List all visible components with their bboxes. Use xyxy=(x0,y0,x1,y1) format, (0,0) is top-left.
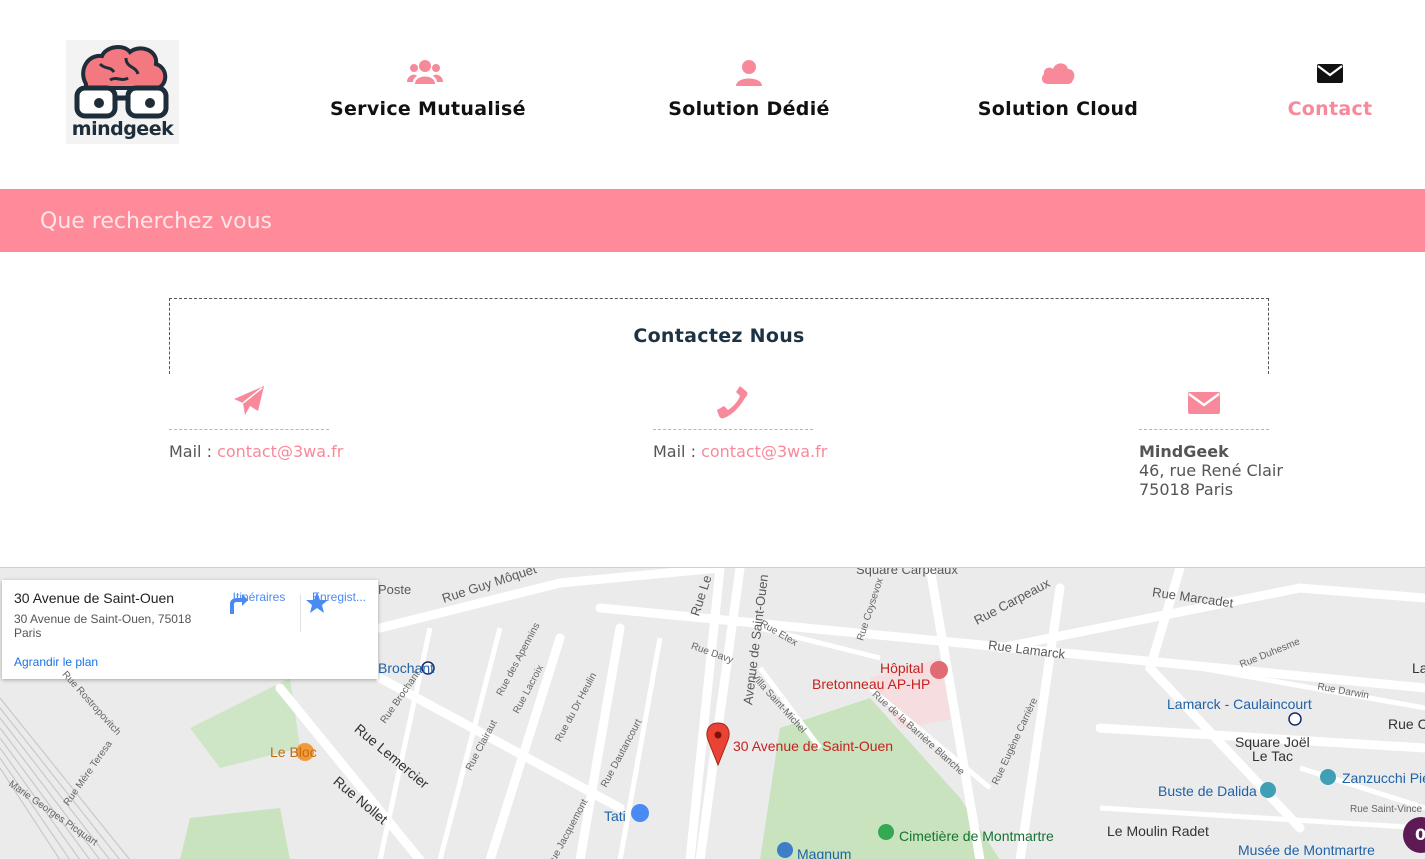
directions-button[interactable]: Itinéraires xyxy=(224,590,294,614)
nav-label: Solution Dédié xyxy=(668,98,830,120)
cloud-icon xyxy=(1041,63,1075,84)
phone-icon xyxy=(717,386,748,419)
user-icon xyxy=(736,60,762,86)
map-marker-label: 30 Avenue de Saint-Ouen xyxy=(733,738,894,754)
contact-column-address: MindGeek 46, rue René Clair 75018 Paris xyxy=(1139,384,1283,499)
contact-icon-wrap xyxy=(653,384,813,430)
contact-mail-text: Mail : contact@3wa.fr xyxy=(169,442,343,461)
contact-icon-wrap xyxy=(169,384,329,430)
embedded-map[interactable]: 30 Avenue de Saint-Ouen 30 Avenue de Sai… xyxy=(0,567,1425,859)
envelope-icon xyxy=(1188,392,1220,414)
mail-prefix: Mail : xyxy=(169,442,218,461)
address-city: 75018 Paris xyxy=(1139,480,1234,499)
mail-link[interactable]: contact@3wa.fr xyxy=(217,442,343,461)
map-label: Rue Ca xyxy=(1388,716,1425,732)
map-label: Cimetière de Montmartre xyxy=(899,828,1054,844)
enlarge-map-link[interactable]: Agrandir le plan xyxy=(14,655,98,669)
map-label: Bretonneau AP-HP xyxy=(812,676,931,692)
map-label: Poste xyxy=(378,582,412,597)
contact-icon-wrap xyxy=(1139,384,1269,430)
logo-text: mindgeek xyxy=(71,118,174,140)
search-bar xyxy=(0,189,1425,252)
card-divider xyxy=(300,594,301,632)
map-label: Square Carpeaux xyxy=(856,567,958,577)
map-card-address: 30 Avenue de Saint-Ouen, 75018 Paris xyxy=(14,612,192,640)
map-label: La xyxy=(1412,660,1425,676)
search-input[interactable] xyxy=(40,203,740,239)
map-card-title: 30 Avenue de Saint-Ouen xyxy=(14,590,175,606)
mail-prefix: Mail : xyxy=(653,442,702,461)
contact-column-phone: Mail : contact@3wa.fr xyxy=(653,384,827,461)
nav-solution-dedie[interactable]: Solution Dédié xyxy=(668,58,830,120)
nav-label: Service Mutualisé xyxy=(330,98,526,120)
save-button[interactable]: Enregist... xyxy=(304,590,374,613)
map-label: Hôpital xyxy=(880,660,924,676)
contact-phone-text: Mail : contact@3wa.fr xyxy=(653,442,827,461)
map-info-card: 30 Avenue de Saint-Ouen 30 Avenue de Sai… xyxy=(2,580,378,679)
mail-link[interactable]: contact@3wa.fr xyxy=(701,442,827,461)
map-label: Brochant xyxy=(378,660,435,676)
map-label: Le Bloc xyxy=(270,744,317,760)
nav-contact[interactable]: Contact xyxy=(1284,58,1376,120)
contact-box: Contactez Nous xyxy=(169,298,1269,374)
map-label: Le Moulin Radet xyxy=(1107,823,1209,839)
nav-label: Solution Cloud xyxy=(977,98,1139,120)
map-label: Musée de Montmartre xyxy=(1238,842,1375,858)
map-label: Zanzucchi Pie xyxy=(1342,770,1425,786)
map-label: Tati xyxy=(604,808,626,824)
map-label: Buste de Dalida xyxy=(1158,783,1257,799)
map-label: Rue Saint-Vince xyxy=(1350,804,1423,815)
users-icon xyxy=(407,60,443,84)
address-block: MindGeek 46, rue René Clair 75018 Paris xyxy=(1139,442,1283,499)
site-header: mindgeek Service Mutualisé Solution Dédi… xyxy=(0,0,1425,189)
logo[interactable]: mindgeek xyxy=(66,40,179,144)
company-name: MindGeek xyxy=(1139,442,1229,461)
nav-solution-cloud[interactable]: Solution Cloud xyxy=(976,58,1140,120)
map-label: Lamarck - Caulaincourt xyxy=(1167,696,1312,712)
star-icon xyxy=(306,592,328,613)
address-street: 46, rue René Clair xyxy=(1139,461,1283,480)
nav-label: Contact xyxy=(1287,98,1373,120)
envelope-icon xyxy=(1317,64,1343,83)
map-label: Magnum xyxy=(797,846,852,859)
contact-column-mail: Mail : contact@3wa.fr xyxy=(169,384,343,461)
nav-service-mutualise[interactable]: Service Mutualisé xyxy=(330,58,526,120)
directions-icon xyxy=(230,594,248,614)
map-label: Le Tac xyxy=(1252,748,1293,764)
contact-title: Contactez Nous xyxy=(633,325,805,347)
paper-plane-icon xyxy=(234,386,264,415)
